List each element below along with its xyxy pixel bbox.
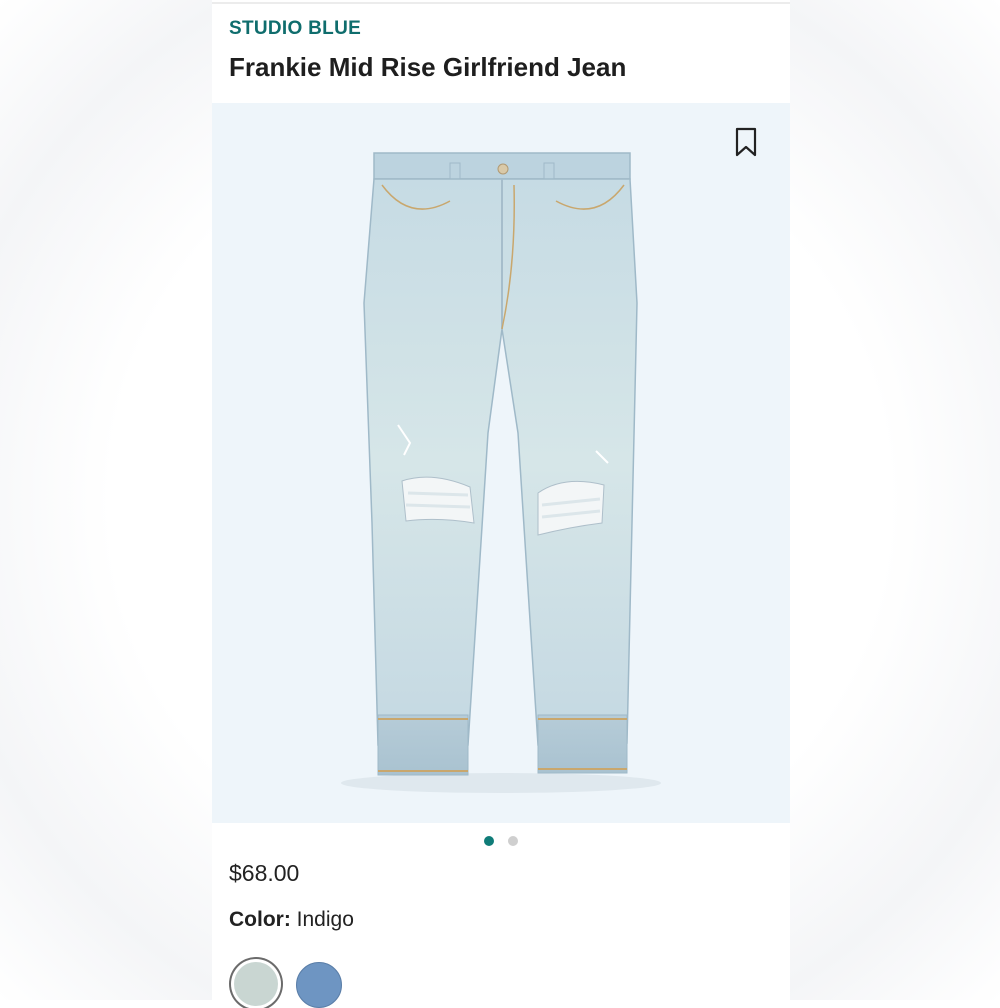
- brand-name[interactable]: STUDIO BLUE: [229, 18, 361, 40]
- carousel-dot-1[interactable]: [484, 836, 494, 846]
- top-divider: [212, 2, 790, 4]
- color-swatch-indigo[interactable]: [296, 962, 342, 1008]
- product-image[interactable]: [212, 103, 790, 823]
- color-label: Color:: [229, 908, 297, 931]
- product-price: $68.00: [229, 860, 300, 886]
- carousel-dot-2[interactable]: [508, 836, 518, 846]
- bookmark-icon[interactable]: [734, 127, 758, 157]
- color-swatch-light[interactable]: [234, 962, 278, 1006]
- color-value: Indigo: [296, 908, 354, 931]
- product-title: Frankie Mid Rise Girlfriend Jean: [229, 52, 627, 82]
- product-card: STUDIO BLUE Frankie Mid Rise Girlfriend …: [212, 0, 790, 1008]
- jeans-photo: [341, 152, 661, 793]
- color-selection: Color: Indigo: [229, 908, 354, 932]
